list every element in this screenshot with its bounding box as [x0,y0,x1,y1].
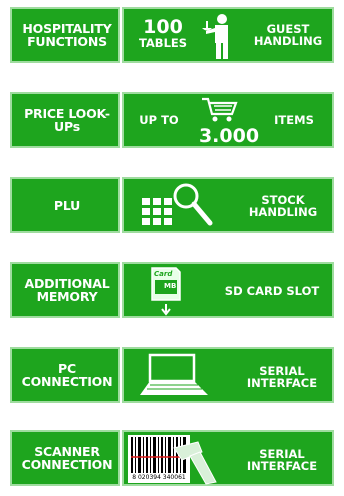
tables-unit: TABLES [138,36,188,50]
keypad-magnifier-icon [142,183,213,226]
feature-detail-box: 100 TABLES GUEST HANDLING [122,7,334,63]
barcode-scanner-icon [173,441,217,485]
feature-row-scanner: SCANNER CONNECTION 8 020394 340061 SERIA… [10,430,334,486]
feature-label: PC CONNECTION [21,361,113,389]
feature-row-memory: ADDITIONAL MEMORY Card MB SD CARD SLOT [10,262,334,318]
feature-label: PRICE LOOK-UPs [24,106,110,134]
guest-handling-text: GUEST HANDLING [253,22,323,48]
feature-detail-box: 8 020394 340061 SERIAL INTERFACE [122,430,334,486]
feature-label: SCANNER CONNECTION [21,444,113,472]
feature-detail-box: Card MB SD CARD SLOT [122,262,334,318]
feature-label-box: PLU [10,177,120,233]
feature-label-box: ADDITIONAL MEMORY [10,262,120,318]
feature-detail-box: STOCK HANDLING [122,177,334,233]
serial-interface-text: SERIAL INTERFACE [246,364,318,390]
feature-row-pc: PC CONNECTION SERIAL INTERFACE [10,347,334,403]
card-label: Card [154,270,173,278]
stock-handling-text: STOCK HANDLING [248,193,318,219]
feature-detail-box: SERIAL INTERFACE [122,347,334,403]
sd-card-slot-text: SD CARD SLOT [224,284,320,298]
feature-label-box: HOSPITALITY FUNCTIONS [10,7,120,63]
feature-detail-box: UP TO 3.000 ITEMS [122,92,334,148]
tables-count: 100 [143,16,183,38]
feature-label-box: PRICE LOOK-UPs [10,92,120,148]
card-mb-label: MB [164,282,177,290]
feature-label-box: PC CONNECTION [10,347,120,403]
feature-label: PLU [53,197,81,213]
shopping-cart-icon [202,97,238,122]
items-count: 3.000 [198,125,260,147]
feature-label-box: SCANNER CONNECTION [10,430,120,486]
items-text: ITEMS [274,113,314,127]
feature-row-stock: PLU STOCK HANDLING [10,177,334,233]
feature-row-plu: PRICE LOOK-UPs UP TO 3.000 ITEMS [10,92,334,148]
waiter-icon [202,14,228,59]
feature-label: ADDITIONAL MEMORY [24,276,110,304]
laptop-icon [140,353,208,395]
feature-label: HOSPITALITY FUNCTIONS [22,21,112,49]
up-to-text: UP TO [139,113,179,127]
feature-row-hospitality: HOSPITALITY FUNCTIONS 100 TABLES GUEST H… [10,7,334,63]
serial-interface-text: SERIAL INTERFACE [246,447,318,473]
